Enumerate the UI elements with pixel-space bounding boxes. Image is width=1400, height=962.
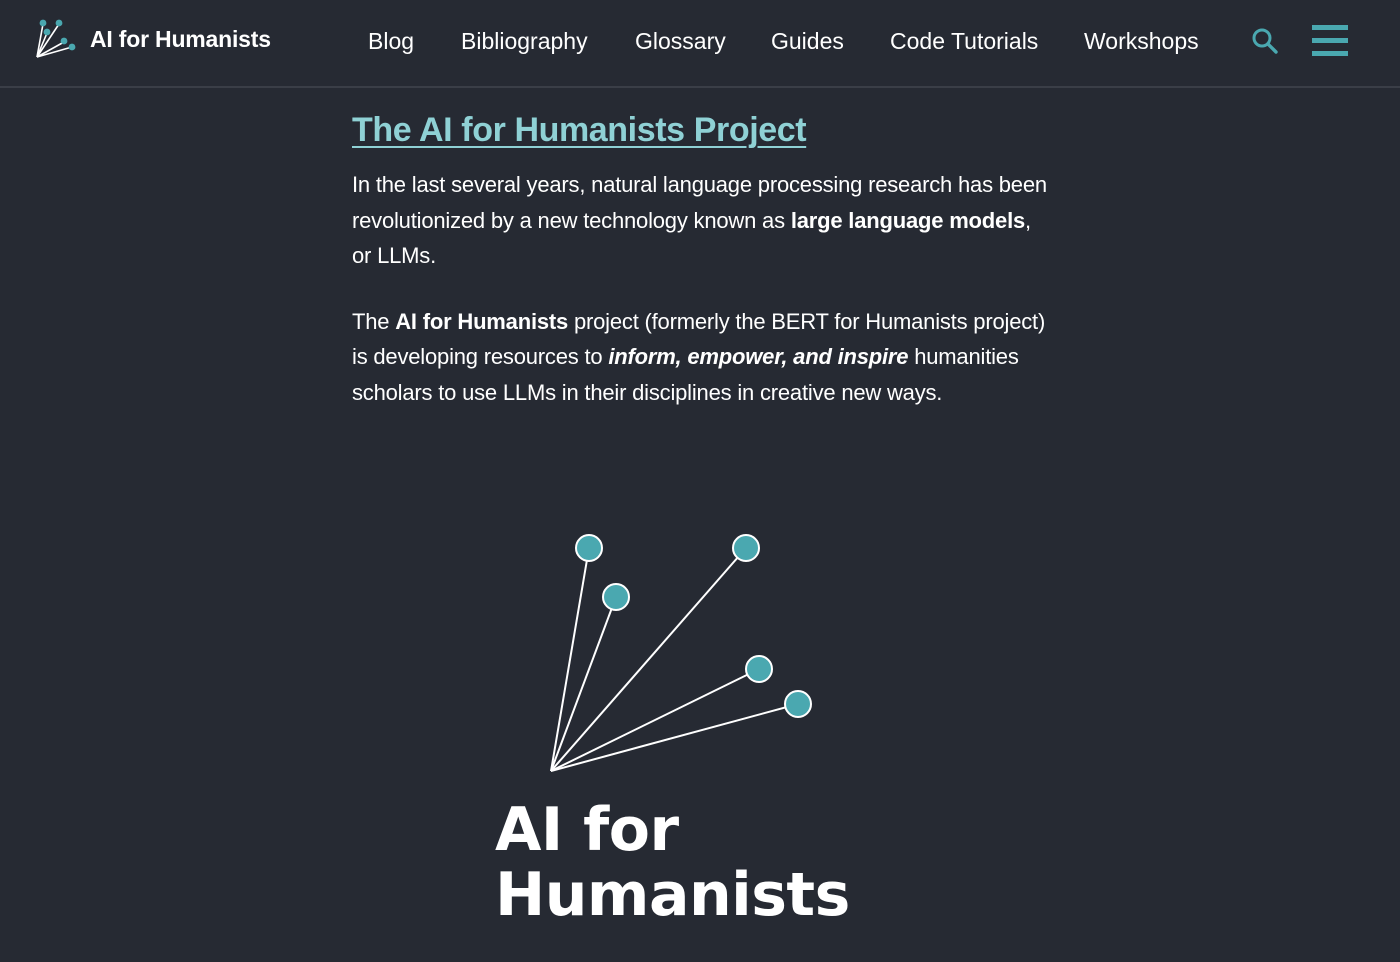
project-bold-name: AI for Humanists: [395, 308, 569, 334]
menu-button[interactable]: [1311, 24, 1349, 58]
main-content: The AI for Humanists Project In the last…: [352, 106, 1052, 410]
nav-item-bibliography[interactable]: Bibliography: [461, 24, 588, 58]
top-navigation-bar: AI for Humanists Blog Bibliography Gloss…: [0, 0, 1400, 88]
brand-home-link[interactable]: AI for Humanists: [34, 16, 271, 62]
nav-item-workshops[interactable]: Workshops: [1084, 24, 1199, 58]
intro-bold-term: large language models: [790, 207, 1026, 233]
nav-item-blog[interactable]: Blog: [368, 24, 414, 58]
nav-item-guides[interactable]: Guides: [771, 24, 844, 58]
hero-title-line-1: AI for: [495, 795, 679, 865]
hero-logo: AI for Humanists: [490, 528, 850, 938]
page-title-link[interactable]: The AI for Humanists Project: [352, 106, 807, 154]
project-paragraph: The AI for Humanists project (formerly t…: [352, 304, 1052, 411]
hero-title: AI for Humanists: [495, 798, 850, 928]
search-icon: [1252, 28, 1278, 54]
hero-network-icon: [550, 534, 812, 772]
intro-paragraph: In the last several years, natural langu…: [352, 167, 1052, 274]
ai-for-humanists-logo-icon: [36, 19, 76, 58]
project-bold-italic-phrase: inform, empower, and inspire: [608, 344, 909, 369]
nav-item-code-tutorials[interactable]: Code Tutorials: [890, 24, 1038, 58]
brand-name: AI for Humanists: [90, 25, 271, 52]
search-button[interactable]: [1250, 26, 1280, 56]
project-text-1: The: [352, 308, 396, 334]
nav-item-glossary[interactable]: Glossary: [635, 24, 726, 58]
hero-title-line-2: Humanists: [495, 860, 850, 930]
hamburger-menu-icon: [1312, 25, 1348, 56]
